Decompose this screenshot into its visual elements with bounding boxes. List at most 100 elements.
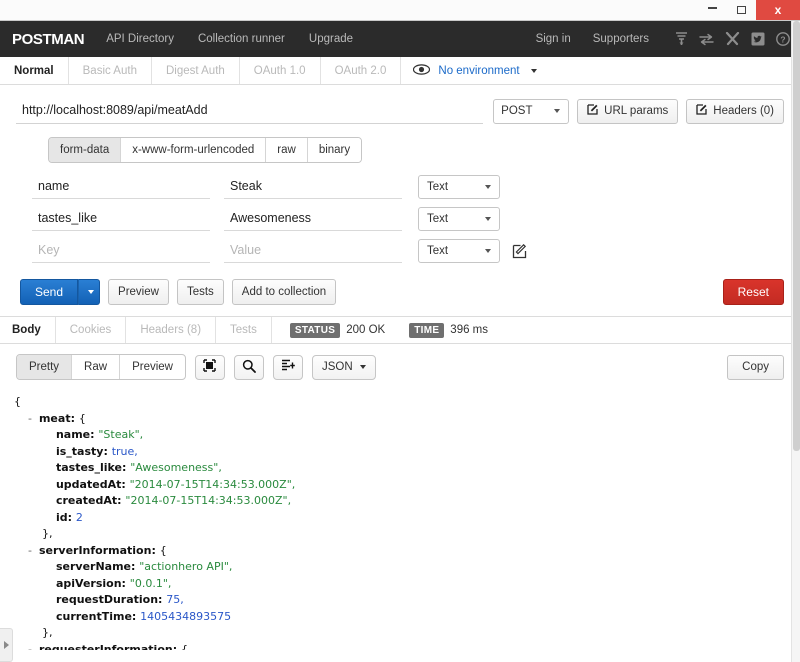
- json-line: },: [14, 625, 800, 642]
- help-icon[interactable]: ?: [776, 32, 790, 46]
- bulk-edit-icon[interactable]: [512, 243, 527, 259]
- view-mode-raw[interactable]: Raw: [72, 355, 121, 379]
- http-method-select[interactable]: POST: [493, 98, 570, 124]
- param-value-input[interactable]: [224, 175, 402, 199]
- param-value-input[interactable]: [224, 207, 402, 231]
- response-tab-cookies[interactable]: Cookies: [56, 317, 127, 343]
- eye-icon[interactable]: [413, 63, 431, 78]
- fullscreen-icon: [203, 359, 217, 375]
- sync-icon[interactable]: [699, 32, 714, 46]
- response-format-select[interactable]: JSON: [311, 354, 376, 380]
- auth-tab-digest-auth[interactable]: Digest Auth: [152, 57, 240, 84]
- twitter-icon[interactable]: [751, 32, 765, 46]
- filter-icon[interactable]: [675, 32, 688, 46]
- json-value: "2014-07-15T14:34:53.000Z",: [125, 494, 292, 507]
- json-line: - meat: {: [14, 411, 800, 428]
- nav-api-directory[interactable]: API Directory: [106, 33, 174, 45]
- headers-button[interactable]: Headers (0): [686, 98, 784, 124]
- nav-collection-runner[interactable]: Collection runner: [198, 33, 285, 45]
- nav-supporters[interactable]: Supporters: [593, 33, 649, 45]
- auth-tab-bar: Normal Basic Auth Digest Auth OAuth 1.0 …: [0, 57, 800, 85]
- json-value: {: [14, 395, 21, 408]
- param-key-input[interactable]: [32, 207, 210, 231]
- preview-button[interactable]: Preview: [108, 279, 169, 305]
- auth-tab-oauth1[interactable]: OAuth 1.0: [240, 57, 321, 84]
- form-data-row-empty: Text: [16, 235, 784, 267]
- json-key: apiVersion:: [55, 576, 130, 590]
- window-maximize-button[interactable]: [727, 0, 756, 20]
- json-collapse-toggle[interactable]: -: [28, 643, 39, 651]
- param-type-select[interactable]: Text: [418, 175, 500, 199]
- body-tab-raw[interactable]: raw: [266, 138, 308, 162]
- json-key: currentTime:: [55, 609, 141, 623]
- chevron-down-icon[interactable]: [530, 68, 537, 73]
- json-line: is_tasty: true,: [14, 444, 800, 461]
- postman-logo: POSTMAN: [12, 30, 85, 48]
- window-minimize-button[interactable]: [698, 0, 727, 20]
- param-key-input[interactable]: [32, 239, 210, 263]
- body-type-tab-bar: form-data x-www-form-urlencoded raw bina…: [48, 137, 363, 163]
- response-tab-headers[interactable]: Headers (8): [126, 317, 217, 343]
- view-mode-preview[interactable]: Preview: [120, 355, 185, 379]
- body-tab-urlencoded[interactable]: x-www-form-urlencoded: [121, 138, 267, 162]
- vertical-scrollbar[interactable]: [791, 21, 800, 662]
- reset-button[interactable]: Reset: [722, 279, 784, 305]
- chevron-down-icon: [554, 109, 561, 113]
- json-key: is_tasty:: [55, 444, 112, 458]
- json-value: "2014-07-15T14:34:53.000Z",: [129, 477, 296, 491]
- json-value: {: [180, 642, 188, 651]
- json-line: },: [14, 526, 800, 543]
- send-button[interactable]: Send: [20, 279, 79, 305]
- request-url-input[interactable]: [16, 98, 484, 124]
- auth-tab-normal[interactable]: Normal: [0, 57, 69, 84]
- send-options-button[interactable]: [78, 279, 101, 305]
- body-tab-form-data[interactable]: form-data: [49, 138, 122, 162]
- format-indent-button[interactable]: [272, 354, 303, 380]
- param-type-select[interactable]: Text: [418, 207, 500, 231]
- json-value: },: [41, 527, 53, 540]
- tests-button[interactable]: Tests: [176, 279, 224, 305]
- auth-tab-basic-auth[interactable]: Basic Auth: [69, 57, 152, 84]
- url-params-button[interactable]: URL params: [577, 98, 679, 124]
- body-tab-binary[interactable]: binary: [307, 138, 362, 162]
- nav-sign-in[interactable]: Sign in: [536, 33, 571, 45]
- add-to-collection-button[interactable]: Add to collection: [231, 279, 337, 305]
- response-tab-tests[interactable]: Tests: [216, 317, 272, 343]
- json-line: id: 2: [14, 510, 800, 527]
- json-line: - requesterInformation: {: [14, 642, 800, 651]
- json-key: tastes_like:: [55, 461, 131, 474]
- json-collapse-toggle[interactable]: -: [28, 544, 39, 557]
- response-body-json[interactable]: { - meat: { name: "Steak", is_tasty: tru…: [0, 380, 800, 650]
- view-mode-pretty[interactable]: Pretty: [17, 355, 73, 379]
- search-button[interactable]: [233, 354, 264, 380]
- window-close-button[interactable]: x: [756, 0, 800, 20]
- param-value-input[interactable]: [224, 239, 402, 263]
- nav-upgrade[interactable]: Upgrade: [309, 33, 353, 45]
- fullscreen-button[interactable]: [194, 354, 225, 380]
- expand-sidebar-handle[interactable]: [0, 628, 13, 662]
- auth-tab-oauth2[interactable]: OAuth 2.0: [321, 57, 402, 84]
- copy-button[interactable]: Copy: [727, 354, 784, 380]
- json-line: createdAt: "2014-07-15T14:34:53.000Z",: [14, 493, 800, 510]
- json-collapse-toggle[interactable]: -: [28, 412, 39, 425]
- response-tab-body[interactable]: Body: [0, 317, 56, 343]
- vertical-scrollbar-thumb[interactable]: [793, 21, 800, 451]
- param-key-input[interactable]: [32, 175, 210, 199]
- response-format-value: JSON: [321, 361, 353, 373]
- param-type-select[interactable]: Text: [418, 239, 500, 263]
- wrench-icon[interactable]: [725, 32, 740, 46]
- environment-label[interactable]: No environment: [438, 65, 519, 77]
- json-value: 75,: [166, 593, 184, 606]
- chevron-down-icon: [485, 185, 491, 189]
- environment-selector[interactable]: No environment: [401, 57, 548, 84]
- search-icon: [242, 359, 256, 376]
- window-titlebar: x: [0, 0, 800, 21]
